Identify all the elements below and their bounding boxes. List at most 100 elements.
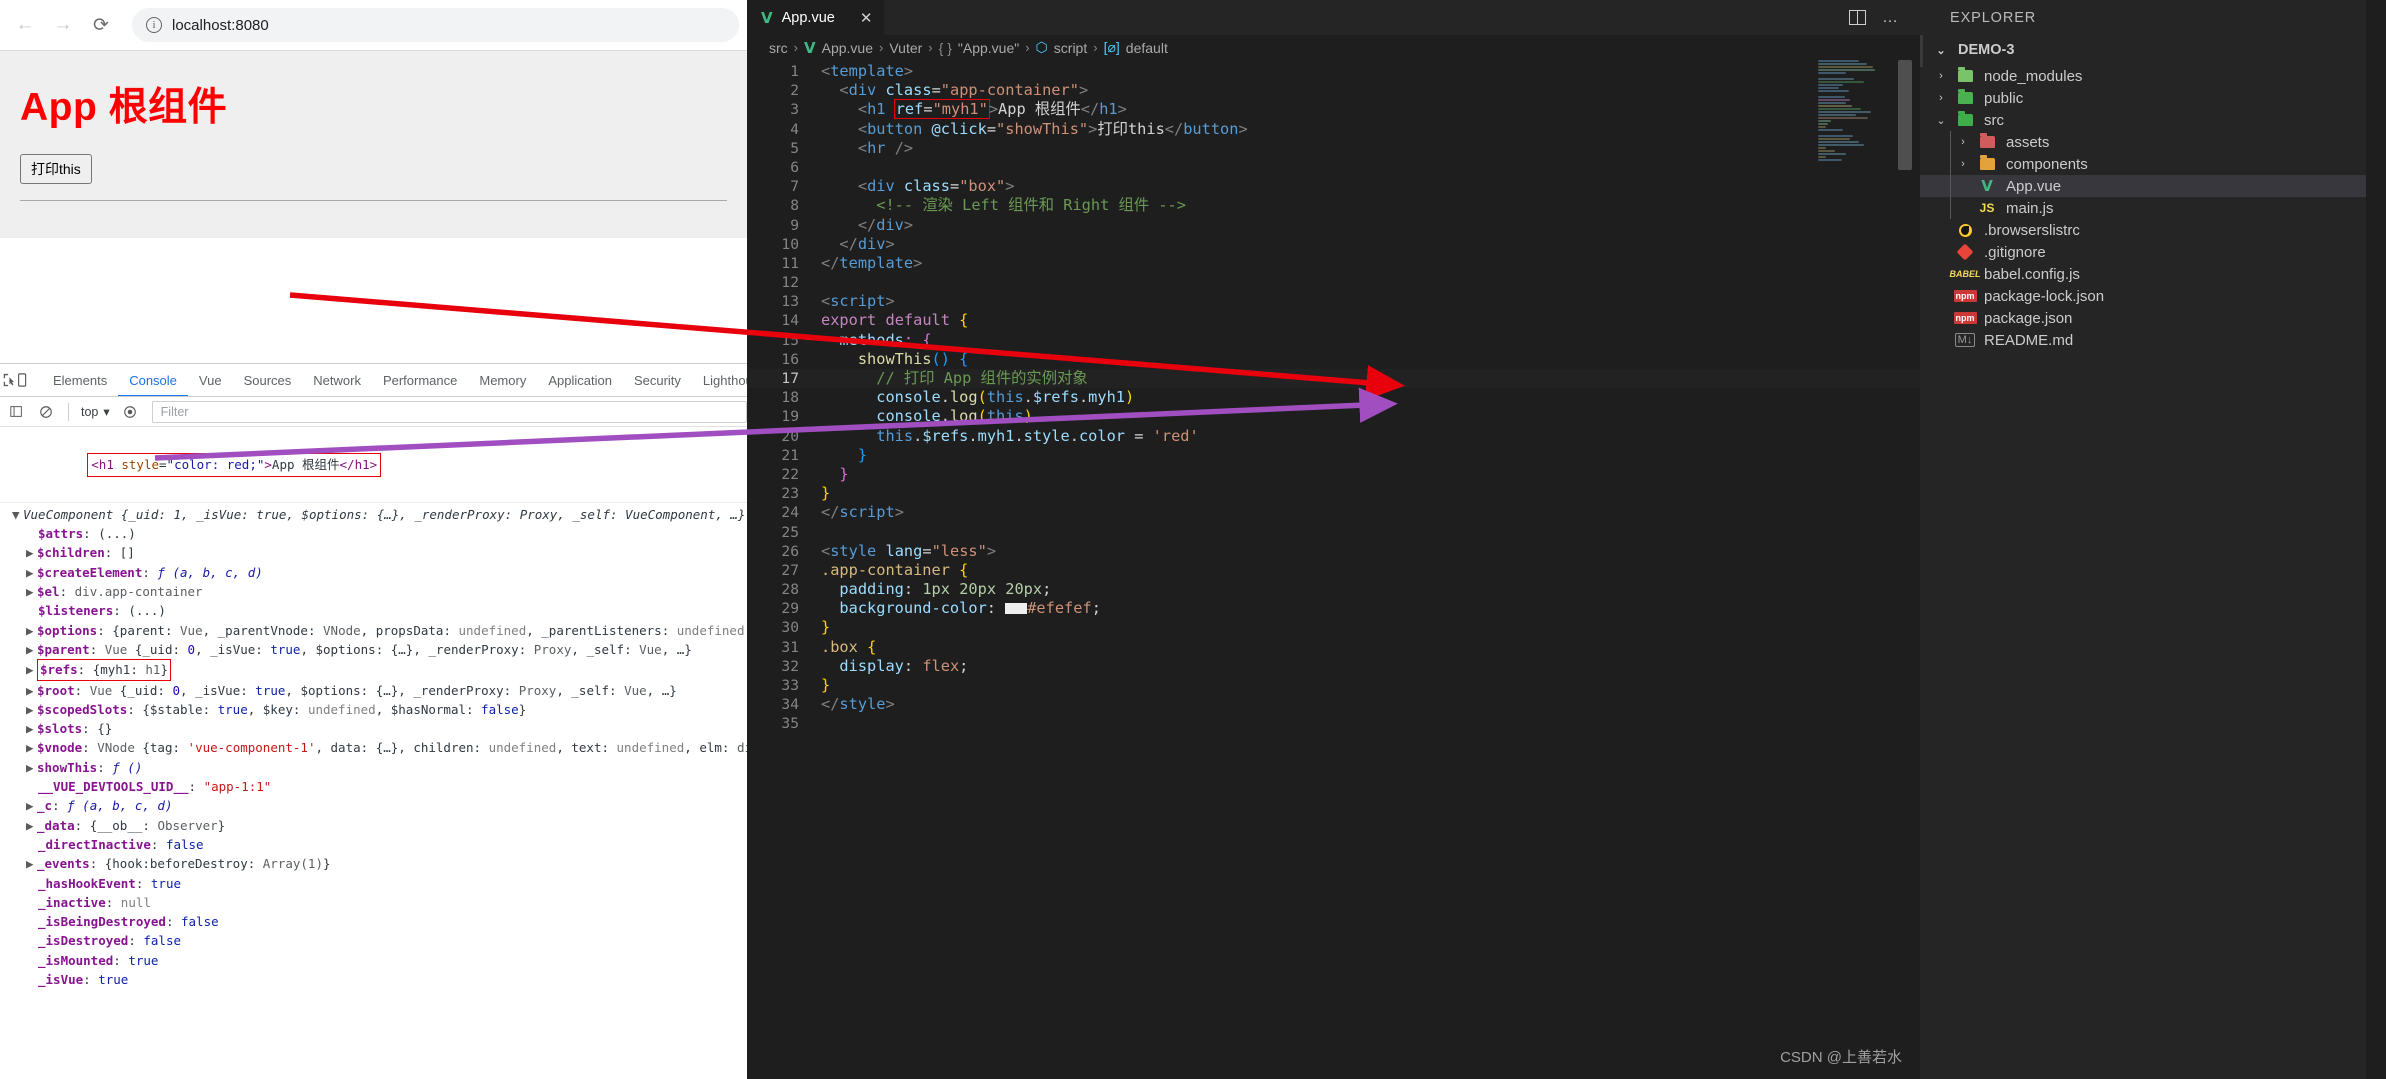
expand-arrow-icon[interactable]: ▶ (26, 660, 37, 679)
explorer-item-package-json[interactable]: npm package.json (1920, 307, 2366, 329)
chevron-down-icon[interactable]: ⌄ (1930, 44, 1952, 57)
code-line-20[interactable]: 20 this.$refs.myh1.style.color = 'red' (747, 427, 1920, 446)
code-line-33[interactable]: 33} (747, 676, 1920, 695)
explorer-item-app-vue[interactable]: V App.vue (1920, 175, 2366, 197)
code-line-29[interactable]: 29 background-color: #efefef; (747, 599, 1920, 618)
devtools-tab-lighthouse[interactable]: Lighthouse (692, 364, 747, 396)
code-line-14[interactable]: 14 export default { (747, 311, 1920, 330)
code-line-28[interactable]: 28 padding: 1px 20px 20px; (747, 580, 1920, 599)
code-line-13[interactable]: 13 <script> (747, 292, 1920, 311)
devtools-tab-sources[interactable]: Sources (233, 364, 303, 396)
code-line-34[interactable]: 34 </style> (747, 695, 1920, 714)
expand-arrow-icon[interactable]: ▶ (26, 719, 37, 738)
code-line-12[interactable]: 12 (747, 273, 1920, 292)
explorer-item-node-modules[interactable]: › node_modules (1920, 65, 2366, 87)
explorer-item-main-js[interactable]: JS main.js (1920, 197, 2366, 219)
close-icon[interactable]: ✕ (860, 9, 873, 27)
breadcrumb-item-script[interactable]: script (1054, 40, 1087, 56)
code-line-1[interactable]: 1 <template> (747, 62, 1920, 81)
editor-tab-app-vue[interactable]: V App.vue ✕ (747, 0, 885, 35)
code-line-19[interactable]: 19 console.log(this) (747, 407, 1920, 426)
breadcrumb-item-vuter[interactable]: Vuter (889, 40, 922, 56)
code-line-2[interactable]: 2 <div class="app-container"> (747, 81, 1920, 100)
devtools-tab-console[interactable]: Console (118, 364, 188, 396)
code-line-4[interactable]: 4 <button @click="showThis">打印this</butt… (747, 120, 1920, 139)
expand-arrow-icon[interactable]: ▶ (26, 621, 37, 640)
code-line-35[interactable]: 35 (747, 714, 1920, 733)
code-line-17[interactable]: 17 // 打印 App 组件的实例对象 (747, 369, 1920, 388)
devtools-tab-security[interactable]: Security (623, 364, 692, 396)
editor-minimap[interactable] (1818, 60, 1888, 180)
expand-arrow-icon[interactable]: ▶ (26, 758, 37, 777)
chevron-down-icon[interactable]: ⌄ (1930, 114, 1952, 127)
devtools-tab-vue[interactable]: Vue (188, 364, 233, 396)
code-line-26[interactable]: 26 <style lang="less"> (747, 542, 1920, 561)
print-this-button[interactable]: 打印this (20, 154, 92, 184)
reload-icon[interactable]: ⟳ (84, 8, 118, 42)
address-bar[interactable]: i localhost:8080 (132, 8, 739, 42)
clear-console-icon[interactable] (32, 398, 60, 426)
code-line-11[interactable]: 11 </template> (747, 254, 1920, 273)
code-line-27[interactable]: 27 .app-container { (747, 561, 1920, 580)
breadcrumb-item-src[interactable]: src (769, 40, 788, 56)
code-line-25[interactable]: 25 (747, 523, 1920, 542)
explorer-item--browserslistrc[interactable]: .browserslistrc (1920, 219, 2366, 241)
expand-arrow-icon[interactable]: ▶ (26, 796, 37, 815)
explorer-item-public[interactable]: › public (1920, 87, 2366, 109)
forward-icon[interactable]: → (46, 8, 80, 42)
split-editor-icon[interactable] (1849, 10, 1866, 25)
breadcrumb-item-appvue-symbol[interactable]: "App.vue" (958, 40, 1019, 56)
code-line-6[interactable]: 6 (747, 158, 1920, 177)
expand-arrow-icon[interactable]: ▶ (26, 681, 37, 700)
devtools-tab-network[interactable]: Network (302, 364, 372, 396)
expand-arrow-icon[interactable]: ▼ (12, 505, 23, 524)
chevron-right-icon[interactable]: › (1952, 158, 1974, 170)
code-line-23[interactable]: 23} (747, 484, 1920, 503)
expand-arrow-icon[interactable]: ▶ (26, 582, 37, 601)
devtools-tab-application[interactable]: Application (537, 364, 623, 396)
site-info-icon[interactable]: i (146, 17, 162, 33)
explorer-item-package-lock-json[interactable]: npm package-lock.json (1920, 285, 2366, 307)
console-sidebar-icon[interactable] (2, 398, 30, 426)
editor-scrollbar[interactable] (1898, 60, 1912, 170)
code-line-24[interactable]: 24 </script> (747, 503, 1920, 522)
expand-arrow-icon[interactable]: ▶ (26, 563, 37, 582)
code-line-3[interactable]: 3 <h1 ref="myh1">App 根组件</h1> (747, 99, 1920, 120)
code-line-31[interactable]: 31 .box { (747, 638, 1920, 657)
devtools-tab-memory[interactable]: Memory (468, 364, 537, 396)
device-toolbar-icon[interactable] (16, 366, 30, 394)
code-line-5[interactable]: 5 <hr /> (747, 139, 1920, 158)
code-line-7[interactable]: 7 <div class="box"> (747, 177, 1920, 196)
explorer-item-components[interactable]: › components (1920, 153, 2366, 175)
expand-arrow-icon[interactable]: ▶ (26, 700, 37, 719)
explorer-root-folder[interactable]: ⌄ DEMO-3 (1920, 35, 2366, 65)
code-line-32[interactable]: 32 display: flex; (747, 657, 1920, 676)
expand-arrow-icon[interactable]: ▶ (26, 816, 37, 835)
code-line-21[interactable]: 21 } (747, 446, 1920, 465)
code-line-10[interactable]: 10 </div> (747, 235, 1920, 254)
console-context-selector[interactable]: top ▾ (77, 404, 114, 420)
code-line-9[interactable]: 9 </div> (747, 216, 1920, 235)
expand-arrow-icon[interactable]: ▶ (26, 854, 37, 873)
inspect-element-icon[interactable] (2, 366, 16, 394)
expand-arrow-icon[interactable]: ▶ (26, 640, 37, 659)
explorer-item--gitignore[interactable]: .gitignore (1920, 241, 2366, 263)
breadcrumb-item-default[interactable]: default (1126, 40, 1168, 56)
explorer-item-assets[interactable]: › assets (1920, 131, 2366, 153)
code-line-22[interactable]: 22 } (747, 465, 1920, 484)
code-line-16[interactable]: 16 showThis() { (747, 350, 1920, 369)
explorer-item-readme-md[interactable]: M↓ README.md (1920, 329, 2366, 351)
chevron-right-icon[interactable]: › (1952, 136, 1974, 148)
code-editor[interactable]: 1 <template> 2 <div class="app-container">… (747, 60, 1920, 734)
explorer-item-src[interactable]: ⌄ src (1920, 109, 2366, 131)
code-line-15[interactable]: 15 methods: { (747, 331, 1920, 350)
chevron-right-icon[interactable]: › (1930, 70, 1952, 82)
console-settings-eye-icon[interactable] (116, 398, 144, 426)
explorer-item-babel-config-js[interactable]: BABEL babel.config.js (1920, 263, 2366, 285)
expand-arrow-icon[interactable]: ▶ (26, 738, 37, 757)
back-icon[interactable]: ← (8, 8, 42, 42)
code-line-30[interactable]: 30} (747, 618, 1920, 637)
devtools-tab-performance[interactable]: Performance (372, 364, 468, 396)
console-filter-input[interactable]: Filter (151, 400, 747, 423)
code-line-8[interactable]: 8 <!-- 渲染 Left 组件和 Right 组件 --> (747, 196, 1920, 215)
